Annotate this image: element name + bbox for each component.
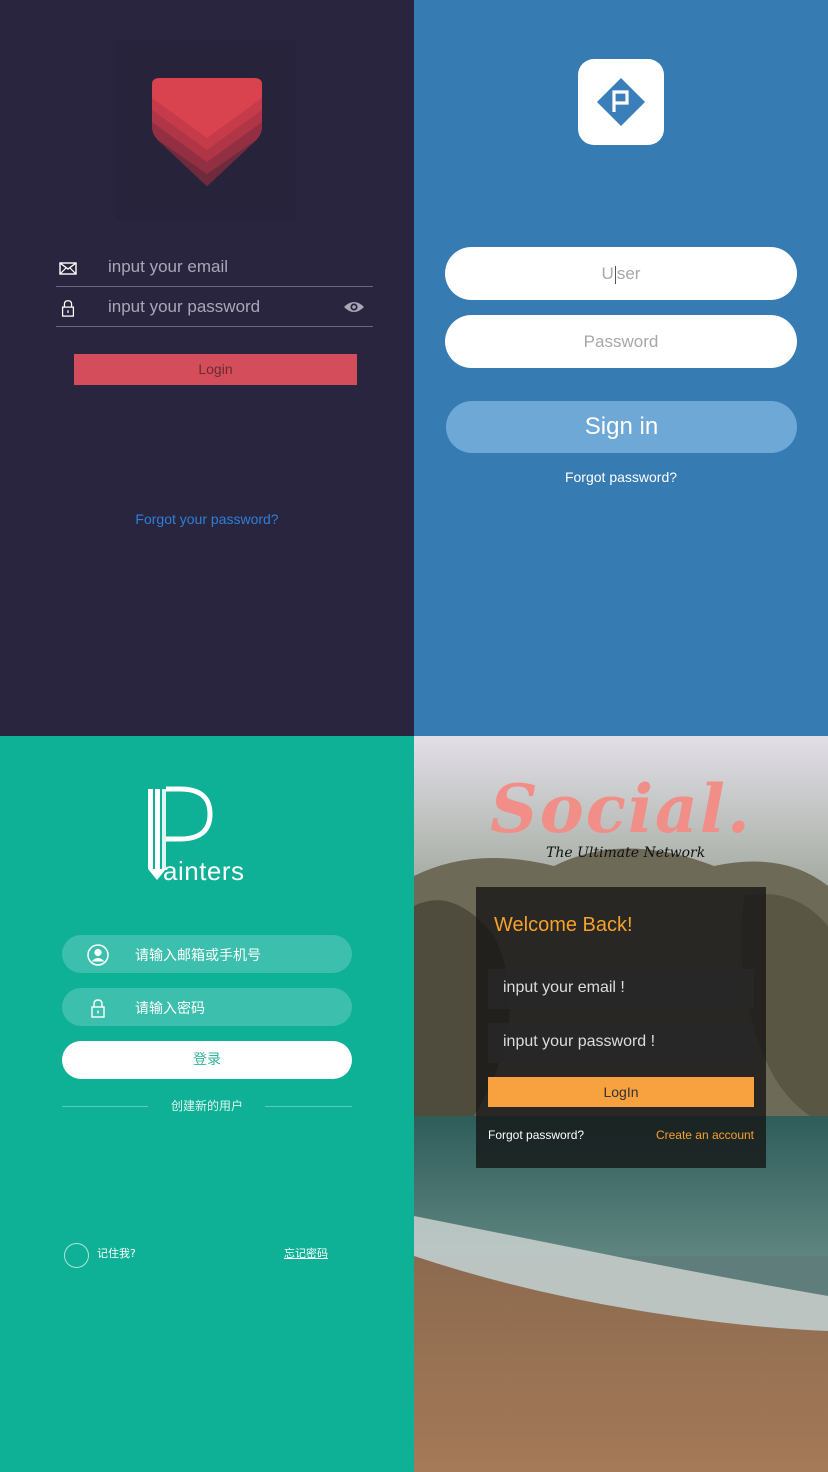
- app-logo-icon: [596, 77, 646, 127]
- user-placeholder-start: U: [601, 264, 614, 283]
- forgot-password-link[interactable]: 忘记密码: [284, 1245, 328, 1261]
- remember-me-label: 记住我?: [97, 1247, 136, 1260]
- social-logo: Social.: [490, 770, 752, 848]
- user-placeholder-end: ser: [616, 264, 641, 283]
- eye-icon[interactable]: [343, 299, 365, 315]
- forgot-password-link[interactable]: Forgot your password?: [0, 511, 414, 527]
- password-placeholder: input your password: [108, 297, 261, 316]
- login-card: Welcome Back! input your email ! input y…: [476, 887, 766, 1168]
- heart-logo-icon: [152, 78, 262, 186]
- mail-icon: [59, 262, 77, 275]
- password-field[interactable]: input your password !: [488, 1023, 754, 1063]
- password-placeholder: input your password !: [503, 1033, 656, 1050]
- account-field[interactable]: 请输入邮箱或手机号: [62, 935, 352, 973]
- password-field[interactable]: Password: [445, 315, 797, 368]
- password-placeholder: Password: [583, 332, 659, 351]
- password-placeholder: 请输入密码: [135, 1001, 205, 1017]
- login-button[interactable]: LogIn: [488, 1077, 754, 1107]
- tagline: The Ultimate Network: [546, 845, 706, 861]
- password-field[interactable]: input your password: [56, 287, 373, 327]
- app-logo: [578, 59, 664, 145]
- create-user-link[interactable]: 创建新的用户: [0, 1097, 414, 1114]
- login-button[interactable]: Login: [74, 354, 357, 385]
- lock-icon: [61, 300, 75, 317]
- forgot-password-link[interactable]: Forgot password?: [414, 469, 828, 485]
- remember-me-radio[interactable]: [64, 1243, 89, 1268]
- login-panel-blue: User Password Sign in Forgot password?: [414, 0, 828, 736]
- heart-logo: [116, 40, 296, 220]
- email-field[interactable]: input your email: [56, 247, 373, 287]
- logo-wordmark: ainters: [163, 856, 245, 886]
- user-field[interactable]: User: [445, 247, 797, 300]
- email-field[interactable]: input your email !: [488, 969, 754, 1009]
- email-placeholder: input your email: [108, 257, 229, 276]
- lock-icon: [91, 999, 105, 1018]
- login-panel-beach: Social. The Ultimate Network Welcome Bac…: [414, 736, 828, 1472]
- forgot-password-link[interactable]: Forgot password?: [488, 1128, 584, 1142]
- create-account-link[interactable]: Create an account: [656, 1128, 754, 1142]
- sign-in-button[interactable]: Sign in: [446, 401, 797, 453]
- password-field[interactable]: 请输入密码: [62, 988, 352, 1026]
- login-panel-teal: ainters 请输入邮箱或手机号 请输入密码 登录 创建新的用户 记住我? 忘…: [0, 736, 414, 1472]
- login-button[interactable]: 登录: [62, 1041, 352, 1079]
- text-caret: [614, 265, 616, 284]
- welcome-heading: Welcome Back!: [494, 914, 633, 936]
- user-icon: [87, 944, 109, 966]
- account-placeholder: 请输入邮箱或手机号: [135, 948, 261, 964]
- email-placeholder: input your email !: [503, 979, 625, 996]
- login-panel-dark: input your email input your password Log…: [0, 0, 414, 736]
